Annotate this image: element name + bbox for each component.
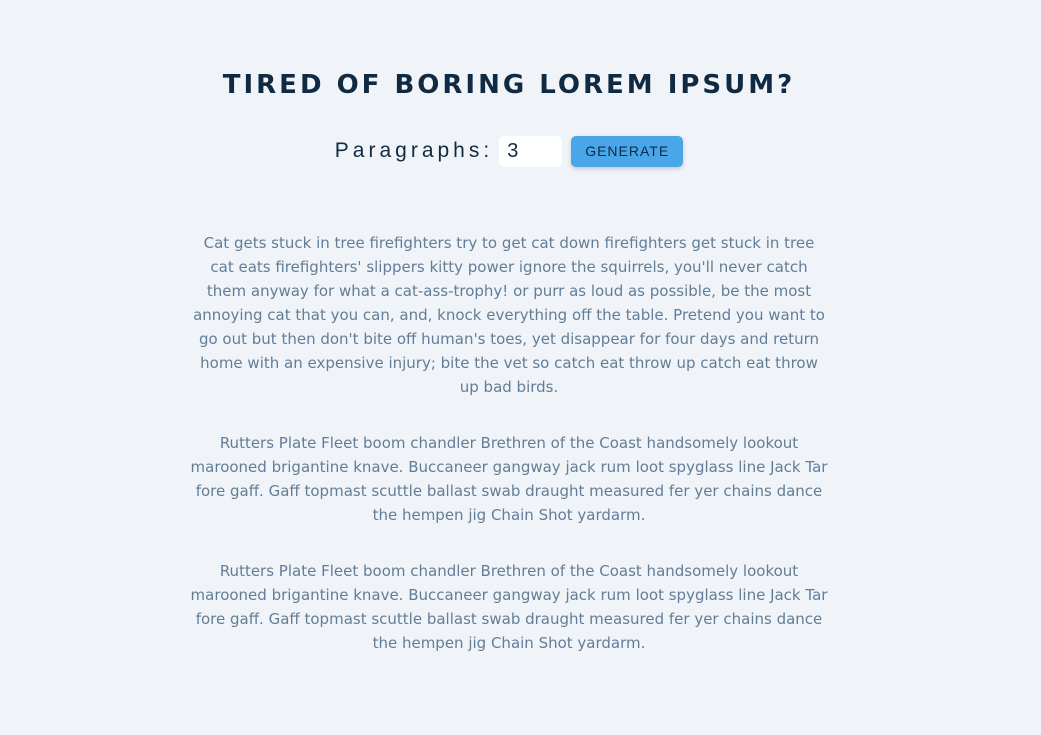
paragraphs-label: Paragraphs: <box>334 139 494 162</box>
generate-button[interactable]: GENERATE <box>571 135 684 167</box>
lorem-paragraph: Rutters Plate Fleet boom chandler Brethr… <box>190 434 828 524</box>
page: TIRED OF BORING LOREM IPSUM? Paragraphs:… <box>0 0 1041 735</box>
page-title: TIRED OF BORING LOREM IPSUM? <box>222 70 796 100</box>
paragraph-count-input[interactable] <box>499 135 563 167</box>
lorem-form: Paragraphs: GENERATE <box>0 135 1018 167</box>
lorem-paragraph: Cat gets stuck in tree firefighters try … <box>193 234 825 396</box>
lorem-text: Cat gets stuck in tree firefighters try … <box>190 231 828 687</box>
lorem-paragraph: Rutters Plate Fleet boom chandler Brethr… <box>190 562 828 652</box>
